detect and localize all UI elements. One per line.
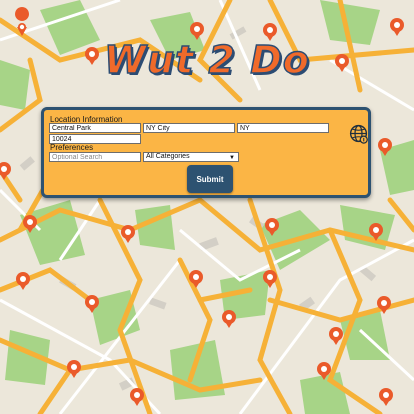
street-input[interactable]: [49, 123, 141, 133]
category-select-value: All Categories: [146, 153, 190, 160]
submit-button[interactable]: Submit: [187, 165, 233, 193]
state-input[interactable]: [237, 123, 329, 133]
preferences-section-label: Preferences: [50, 143, 94, 152]
app-logo: Wut 2 Do: [103, 37, 310, 83]
globe-icon[interactable]: [348, 123, 369, 144]
chevron-down-icon: ▼: [229, 155, 235, 161]
city-input[interactable]: [143, 123, 235, 133]
search-panel: Location Information Preferences All Cat…: [41, 107, 371, 198]
optional-search-input[interactable]: [49, 152, 141, 162]
category-select[interactable]: All Categories ▼: [143, 152, 239, 162]
